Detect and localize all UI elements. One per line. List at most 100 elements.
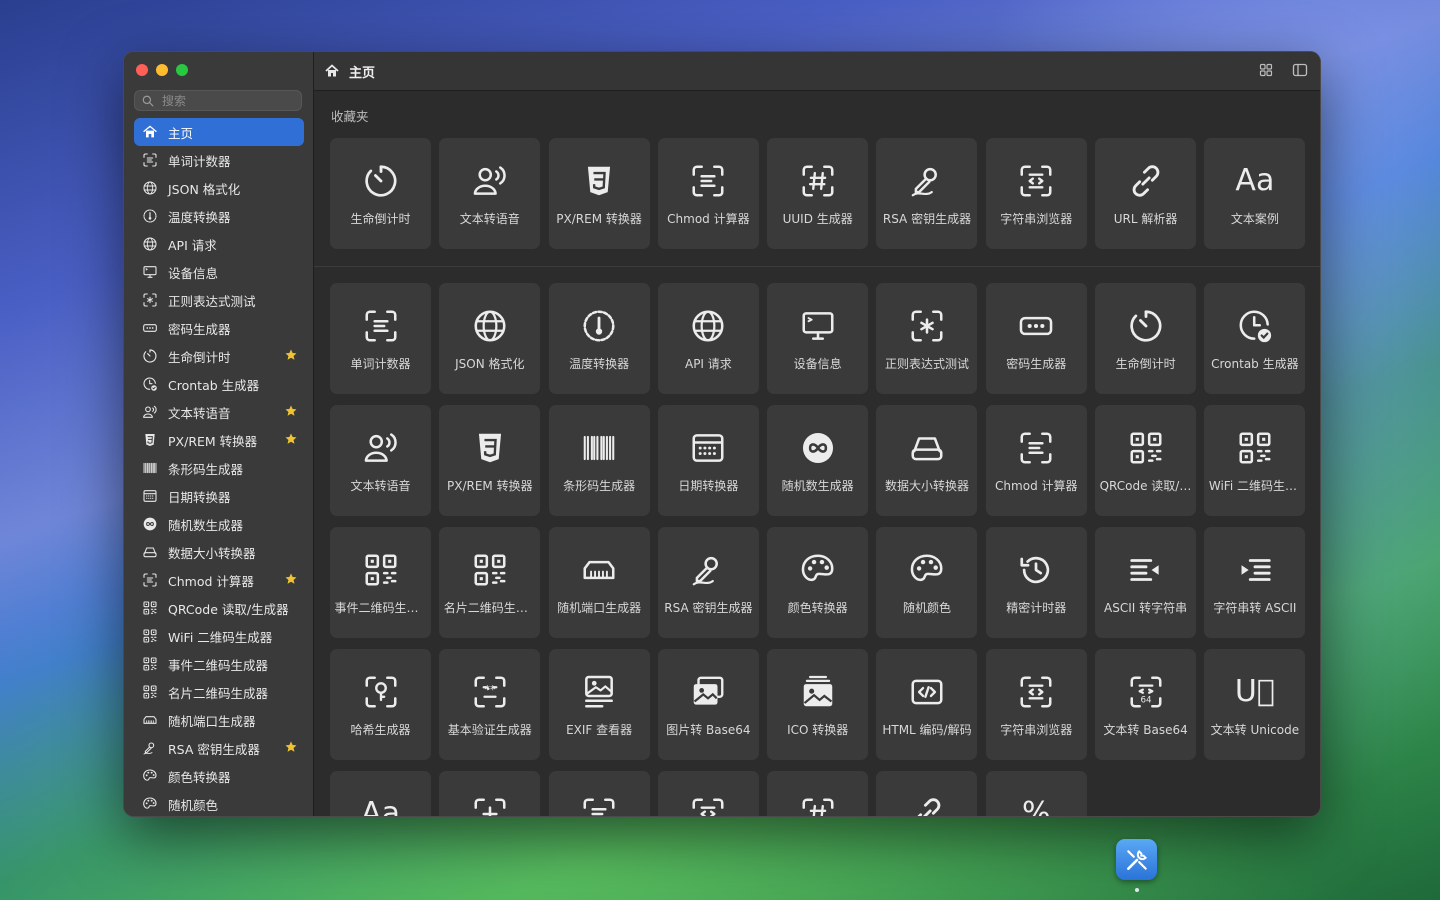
sidebar-item[interactable]: QRCode 读取/生成器 <box>134 594 304 622</box>
qrcode-icon <box>141 655 159 673</box>
tool-tile[interactable]: 字符串转 ASCII <box>1204 527 1306 638</box>
sidebar-item[interactable]: RSA 密钥生成器 <box>134 734 304 762</box>
tool-tile[interactable]: 正则表达式测试 <box>876 283 978 394</box>
tool-tile[interactable]: 单词计数器 <box>330 283 431 394</box>
sidebar-item[interactable]: 设备信息 <box>134 258 304 286</box>
tool-tile[interactable]: 条形码生成器 <box>548 405 650 516</box>
tool-tile[interactable]: 密码生成器 <box>985 283 1087 394</box>
search-input[interactable] <box>160 92 294 109</box>
tool-tile[interactable]: 随机颜色 <box>876 527 978 638</box>
tool-tile[interactable]: HTML 编码/解码 <box>876 649 978 760</box>
sidebar-toggle-icon[interactable] <box>1292 62 1308 78</box>
sidebar-item[interactable]: 单词计数器 <box>134 146 304 174</box>
minimize-button[interactable] <box>156 64 168 76</box>
tool-tile[interactable]: 精密计时器 <box>985 527 1087 638</box>
tool-tile[interactable]: Aa 文本案例 <box>1204 138 1306 249</box>
sidebar-item[interactable]: 日期转换器 <box>134 482 304 510</box>
sidebar-item[interactable]: 温度转换器 <box>134 202 304 230</box>
tool-tile[interactable]: 生命倒计时 <box>1095 283 1197 394</box>
sidebar-item[interactable]: WiFi 二维码生成器 <box>134 622 304 650</box>
sidebar-item[interactable]: 事件二维码生成器 <box>134 650 304 678</box>
sidebar-item[interactable]: 随机端口生成器 <box>134 706 304 734</box>
tool-tile[interactable]: Aa <box>330 771 431 816</box>
tool-tile[interactable]: % <box>985 771 1087 816</box>
sidebar-item[interactable]: 正则表达式测试 <box>134 286 304 314</box>
tool-tile-label: ASCII 转字符串 <box>1104 601 1188 615</box>
main-content: 主页 收藏夹 生命倒计时 文本转语音 PX/REM 转换器 Chmod 计算器 UUID… <box>314 52 1320 816</box>
tool-tile[interactable] <box>548 771 650 816</box>
sidebar-item[interactable]: 生命倒计时 <box>134 342 304 370</box>
sidebar-item[interactable]: Chmod 计算器 <box>134 566 304 594</box>
tool-tile[interactable]: Crontab 生成器 <box>1204 283 1306 394</box>
tool-tile[interactable]: ASCII 转字符串 <box>1095 527 1197 638</box>
tool-tile[interactable]: 64 文本转 Base64 <box>1095 649 1197 760</box>
tool-tile[interactable]: PX/REM 转换器 <box>548 138 650 249</box>
tool-tile[interactable]: EXIF 查看器 <box>548 649 650 760</box>
tool-tile[interactable]: QRCode 读取/生成器 <box>1095 405 1197 516</box>
tool-tile[interactable]: JSON 格式化 <box>439 283 541 394</box>
sidebar-item[interactable]: API 请求 <box>134 230 304 258</box>
sidebar-item[interactable]: PX/REM 转换器 <box>134 426 304 454</box>
key-signature-icon <box>141 739 159 757</box>
tool-tile[interactable]: 随机数生成器 <box>767 405 869 516</box>
sidebar-item[interactable]: 数据大小转换器 <box>134 538 304 566</box>
tool-tile[interactable]: 文本转语音 <box>439 138 541 249</box>
dock-app-icon[interactable] <box>1116 839 1157 880</box>
zoom-button[interactable] <box>176 64 188 76</box>
tool-tile[interactable]: API 请求 <box>657 283 759 394</box>
tool-tile[interactable]: 字符串浏览器 <box>985 138 1087 249</box>
tool-tile[interactable]: 字符串浏览器 <box>985 649 1087 760</box>
tool-tile[interactable] <box>439 771 541 816</box>
tool-tile[interactable]: 设备信息 <box>767 283 869 394</box>
key-signature-icon <box>908 162 946 200</box>
search-field[interactable] <box>134 90 302 111</box>
tool-tile[interactable]: 事件二维码生成器 <box>330 527 431 638</box>
sidebar-item[interactable]: Crontab 生成器 <box>134 370 304 398</box>
tool-tile[interactable]: U⃣ 文本转 Unicode <box>1204 649 1306 760</box>
tool-tile[interactable]: 图片转 Base64 <box>657 649 759 760</box>
monitor-icon <box>799 307 837 345</box>
tool-tile[interactable]: ** 基本验证生成器 <box>439 649 541 760</box>
qrcode-icon <box>362 551 400 589</box>
tool-tile[interactable]: URL 解析器 <box>1095 138 1197 249</box>
tool-tile[interactable]: 温度转换器 <box>548 283 650 394</box>
tool-tile[interactable]: PX/REM 转换器 <box>439 405 541 516</box>
person-wave-icon <box>471 162 509 200</box>
tool-tile[interactable]: Chmod 计算器 <box>985 405 1087 516</box>
sidebar-item[interactable]: 随机数生成器 <box>134 510 304 538</box>
tool-tile[interactable]: Chmod 计算器 <box>657 138 759 249</box>
tool-tile[interactable]: 日期转换器 <box>657 405 759 516</box>
tool-tile[interactable]: 生命倒计时 <box>330 138 431 249</box>
tool-tile[interactable]: WiFi 二维码生成器 <box>1204 405 1306 516</box>
star-icon <box>284 740 298 754</box>
sidebar-item[interactable]: 主页 <box>134 118 304 146</box>
tool-tile[interactable]: ICO 转换器 <box>767 649 869 760</box>
tool-tile[interactable]: 名片二维码生成器 <box>439 527 541 638</box>
sidebar-item[interactable]: 密码生成器 <box>134 314 304 342</box>
tool-tile[interactable]: RSA 密钥生成器 <box>876 138 978 249</box>
sidebar-item[interactable]: 颜色转换器 <box>134 762 304 790</box>
close-button[interactable] <box>136 64 148 76</box>
sidebar-item[interactable]: 文本转语音 <box>134 398 304 426</box>
tool-tile[interactable] <box>657 771 759 816</box>
tool-tile-label: 哈希生成器 <box>350 723 411 737</box>
sidebar-item[interactable]: 条形码生成器 <box>134 454 304 482</box>
star-icon <box>284 348 298 362</box>
drive-icon <box>908 429 946 467</box>
tool-tile[interactable]: UUID 生成器 <box>767 138 869 249</box>
tool-tile[interactable]: 随机端口生成器 <box>548 527 650 638</box>
tool-tile[interactable] <box>876 771 978 816</box>
tool-tile[interactable] <box>767 771 869 816</box>
sidebar-item[interactable]: JSON 格式化 <box>134 174 304 202</box>
sidebar-item[interactable]: 随机颜色 <box>134 790 304 816</box>
grid-view-icon[interactable] <box>1258 62 1274 78</box>
sidebar-item[interactable]: 名片二维码生成器 <box>134 678 304 706</box>
tool-tile[interactable]: 数据大小转换器 <box>876 405 978 516</box>
tool-tile[interactable]: RSA 密钥生成器 <box>657 527 759 638</box>
sidebar-item-label: PX/REM 转换器 <box>168 433 258 449</box>
tool-tile-label: Chmod 计算器 <box>667 212 750 226</box>
tool-tile[interactable]: 哈希生成器 <box>330 649 431 760</box>
tool-tile-label: 文本转语音 <box>459 212 520 226</box>
tool-tile[interactable]: 颜色转换器 <box>767 527 869 638</box>
tool-tile[interactable]: 文本转语音 <box>330 405 431 516</box>
